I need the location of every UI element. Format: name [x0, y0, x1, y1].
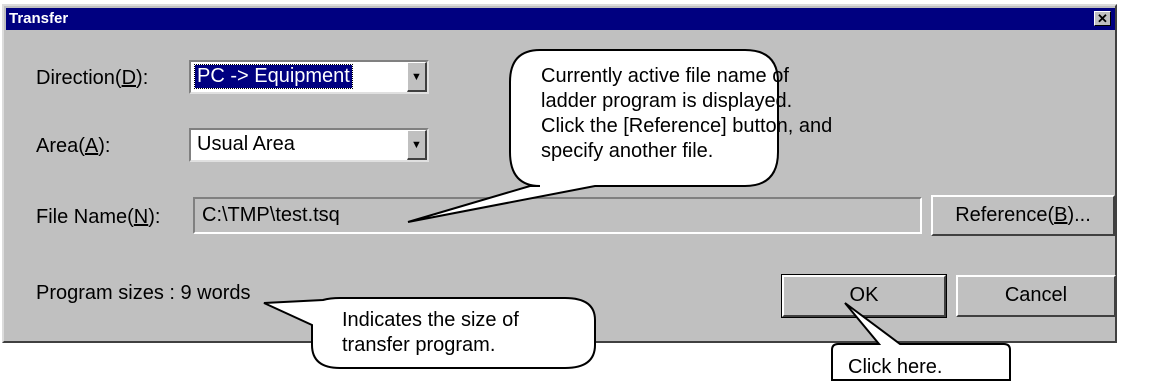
file-name-label: File Name(N):: [36, 206, 161, 228]
window-title: Transfer: [9, 10, 69, 27]
file-callout-line: Currently active file name of: [541, 65, 789, 87]
ok-button[interactable]: OK: [781, 274, 947, 318]
direction-select[interactable]: PC -> Equipment ▼: [189, 60, 429, 94]
file-callout-line: specify another file.: [541, 140, 714, 162]
dropdown-arrow-icon[interactable]: ▼: [407, 62, 427, 92]
size-callout-line: transfer program.: [342, 334, 496, 356]
size-callout-line: Indicates the size of: [342, 309, 519, 331]
file-name-value: C:\TMP\test.tsq: [202, 204, 340, 226]
ok-callout: Click here.: [848, 356, 943, 378]
reference-button[interactable]: Reference(B)...: [931, 195, 1115, 236]
file-callout-line: ladder program is displayed.: [541, 90, 793, 112]
close-icon[interactable]: ✕: [1094, 11, 1111, 26]
dropdown-arrow-icon[interactable]: ▼: [407, 130, 427, 160]
program-size-text: Program sizes : 9 words: [36, 282, 251, 304]
area-label: Area(A):: [36, 135, 111, 157]
file-name-field[interactable]: C:\TMP\test.tsq: [193, 197, 922, 234]
title-bar[interactable]: Transfer ✕: [6, 8, 1115, 30]
cancel-button[interactable]: Cancel: [956, 275, 1116, 317]
file-callout: Currently active file name of ladder pro…: [541, 64, 832, 164]
direction-value: PC -> Equipment: [194, 64, 353, 89]
area-select[interactable]: Usual Area ▼: [189, 128, 429, 162]
direction-label: Direction(D):: [36, 67, 149, 89]
area-value: Usual Area: [197, 133, 295, 155]
file-callout-line: Click the [Reference] button, and: [541, 115, 833, 137]
size-callout: Indicates the size of transfer program.: [342, 308, 519, 358]
